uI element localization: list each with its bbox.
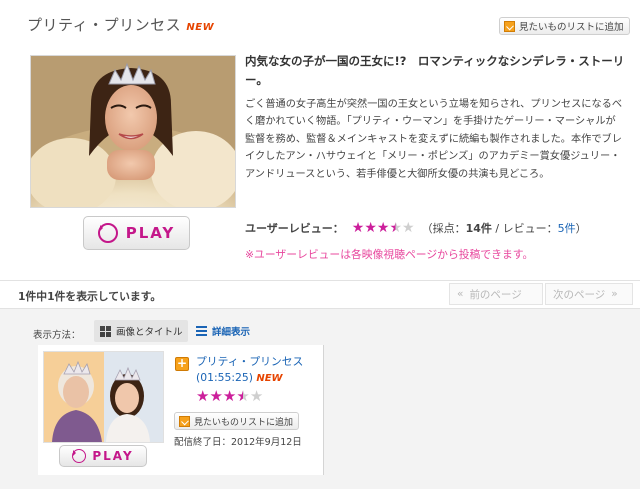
prev-page-button[interactable]: « 前のページ: [449, 283, 543, 305]
divider: [0, 280, 640, 281]
review-separator: / レビュー：: [491, 222, 558, 235]
star-icon: ★: [364, 220, 377, 236]
display-mode-label: 表示方法：: [33, 330, 81, 341]
score-count: 14件: [465, 222, 492, 235]
play-icon: [97, 223, 118, 243]
new-badge: NEW: [186, 22, 215, 33]
movie-description: ごく普通の女子高生が突然一国の王女という立場を知らされ、プリンセスになるべく磨か…: [245, 99, 623, 180]
item-play-label: PLAY: [92, 449, 134, 463]
expiry-date: 配信終了日：2012年9月12日: [174, 437, 302, 448]
user-review-summary: ユーザーレビュー： ★ ★ ★ ★ ★ （採点：14件 / レビュー：5件）: [245, 220, 587, 236]
half-star-icon: ★: [236, 387, 250, 405]
detail-tab-label: 詳細表示: [212, 327, 251, 338]
image-title-tab-label: 画像とタイトル: [116, 327, 183, 338]
star-icon: ★: [376, 220, 390, 236]
item-add-to-wishlist-label: 見たいものリストに追加: [194, 417, 294, 428]
result-count: 1件中1件を表示しています。: [18, 290, 162, 303]
item-thumbnail[interactable]: [43, 351, 164, 443]
star-icon: ★: [222, 387, 237, 405]
double-chevron-right-icon: »: [611, 288, 618, 300]
poster-illustration: [31, 56, 235, 207]
add-to-wishlist-button[interactable]: 見たいものリストに追加: [499, 17, 630, 35]
half-star-icon: ★: [389, 220, 403, 236]
item-rating-stars: ★ ★ ★ ★ ★: [196, 389, 263, 404]
item-new-badge: NEW: [256, 373, 283, 384]
wishlist-icon: [179, 415, 190, 427]
view-mode-detail-tab[interactable]: 詳細表示: [196, 320, 250, 342]
rating-stars: ★ ★ ★ ★ ★: [352, 221, 415, 235]
view-mode-image-title-tab[interactable]: 画像とタイトル: [94, 320, 188, 342]
review-suffix: ）: [575, 222, 587, 235]
star-icon: ★: [209, 387, 223, 405]
item-add-to-wishlist-button[interactable]: 見たいものリストに追加: [174, 412, 300, 430]
star-icon: ★: [196, 387, 210, 405]
page-title-text: プリティ・プリンセス: [27, 16, 182, 34]
star-icon: ★: [351, 220, 365, 236]
thumbnail-illustration: [44, 352, 163, 442]
item-title-link[interactable]: プリティ・プリンセス(01:55:25): [196, 355, 303, 384]
play-icon: [72, 449, 87, 463]
play-button[interactable]: PLAY: [83, 216, 190, 250]
list-icon: [196, 326, 207, 336]
double-chevron-left-icon: «: [457, 288, 464, 300]
play-label: PLAY: [125, 224, 176, 242]
empty-star-icon: ★: [402, 220, 415, 236]
item-title: プリティ・プリンセス(01:55:25) NEW: [196, 354, 311, 387]
grid-icon: [100, 325, 111, 337]
review-count-link[interactable]: 5件: [558, 222, 576, 235]
movie-headline: 内気な女の子が一国の王女に!? ロマンティックなシンデレラ・ストーリー。: [245, 54, 625, 87]
next-page-label: 次のページ: [553, 288, 606, 301]
movie-poster-image[interactable]: [30, 55, 236, 208]
prev-page-label: 前のページ: [469, 288, 522, 301]
next-page-button[interactable]: 次のページ »: [545, 283, 633, 305]
review-meta: （採点：14件 / レビュー：5件）: [422, 220, 587, 236]
empty-star-icon: ★: [249, 387, 264, 405]
add-icon[interactable]: +: [175, 357, 189, 371]
add-to-wishlist-label: 見たいものリストに追加: [519, 22, 624, 33]
item-play-button[interactable]: PLAY: [59, 445, 147, 467]
page-title: プリティ・プリンセス NEW: [27, 14, 214, 35]
user-review-label: ユーザーレビュー：: [245, 222, 344, 235]
score-prefix: （採点：: [421, 222, 466, 235]
wishlist-icon: [504, 20, 515, 32]
review-note: ※ユーザーレビューは各映像視聴ページから投稿できます。: [245, 248, 534, 261]
